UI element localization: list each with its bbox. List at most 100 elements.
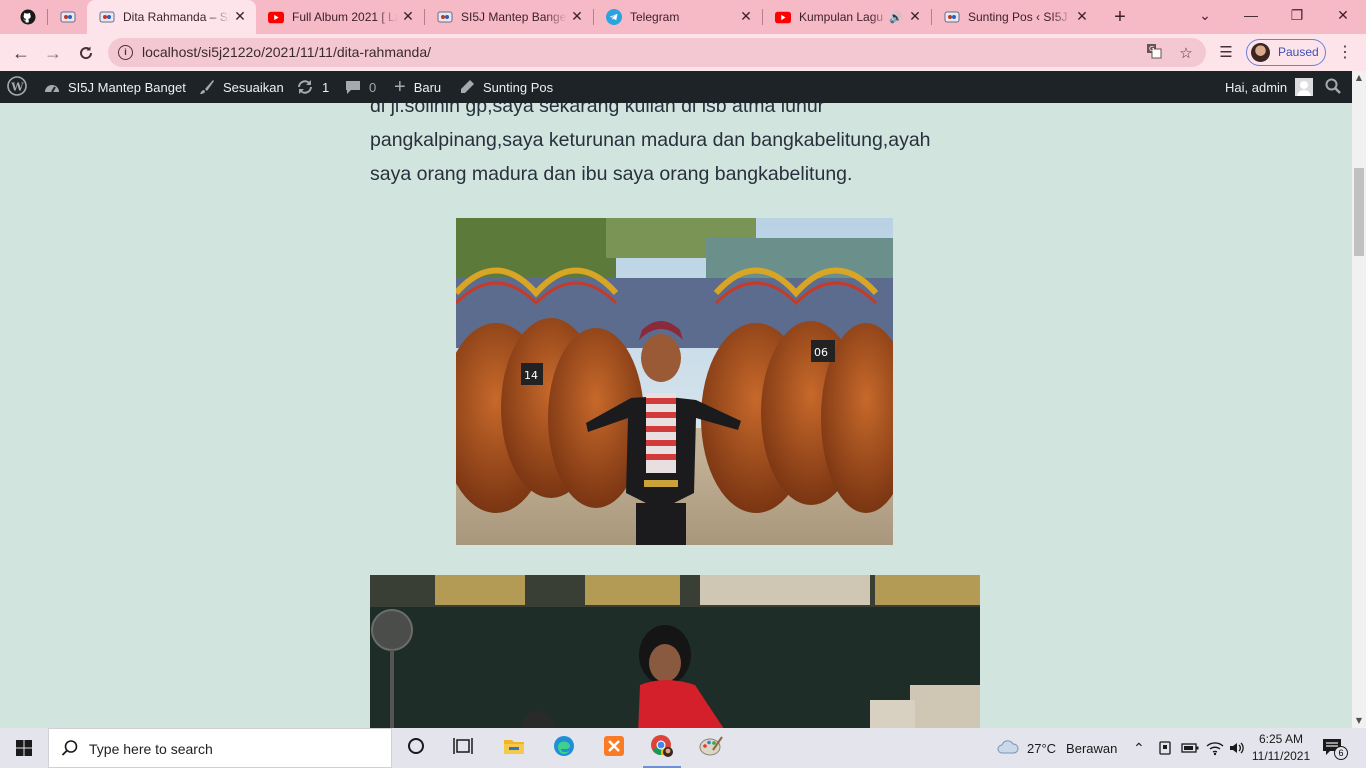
back-button[interactable]: ← <box>8 40 34 66</box>
reload-button[interactable] <box>73 40 99 66</box>
tab-search-chevron-icon[interactable]: ⌄ <box>1182 0 1228 34</box>
scroll-up-arrow-icon[interactable]: ▲ <box>1352 71 1366 85</box>
task-view-button[interactable] <box>440 728 486 768</box>
tab-si5j[interactable]: SI5J Mantep Banget ✕ <box>425 0 593 34</box>
tab-kumpulan-lagu[interactable]: Kumpulan Lagu 🔊 ✕ <box>763 0 931 34</box>
customize-link[interactable]: Sesuaikan <box>199 71 284 103</box>
tab-title: Full Album 2021 [ Lagu Pop <box>292 10 398 24</box>
weather-widget[interactable]: 27°C Berawan <box>997 728 1117 768</box>
browser-tab-strip: Dita Rahmanda – SI5J Mantep Banget ✕ Ful… <box>0 0 1366 34</box>
close-icon[interactable]: ✕ <box>736 9 756 25</box>
weather-temp: 27°C <box>1027 740 1057 756</box>
wifi-icon[interactable] <box>1206 728 1224 768</box>
tab-full-album[interactable]: Full Album 2021 [ Lagu Pop ✕ <box>256 0 424 34</box>
bookmark-star-icon[interactable]: ☆ <box>1176 43 1196 63</box>
close-icon[interactable]: ✕ <box>905 9 925 25</box>
translate-icon[interactable]: G <box>1144 43 1164 63</box>
pencil-icon <box>459 79 475 95</box>
chevron-up-icon: ⌃ <box>1133 739 1145 756</box>
chrome-icon <box>650 734 674 763</box>
avatar <box>1251 43 1270 62</box>
taskbar-search-box[interactable]: Type here to search <box>48 728 392 768</box>
restore-button[interactable]: ❐ <box>1274 0 1320 34</box>
tab-dita-rahmanda[interactable]: Dita Rahmanda – SI5J Mantep Banget ✕ <box>87 0 256 34</box>
folder-icon <box>503 737 525 760</box>
taskbar-edge[interactable] <box>541 728 587 768</box>
post-image-bull-race: 14 06 <box>456 218 893 545</box>
minimize-button[interactable]: — <box>1228 0 1274 34</box>
address-bar[interactable]: i localhost/si5j2122o/2021/11/11/dita-ra… <box>108 38 1206 67</box>
site-info-icon[interactable]: i <box>118 45 133 60</box>
close-icon[interactable]: ✕ <box>230 9 250 25</box>
tab-telegram[interactable]: Telegram ✕ <box>594 0 762 34</box>
tray-device-icon[interactable] <box>1157 728 1173 768</box>
taskbar-file-explorer[interactable] <box>491 728 537 768</box>
wordpress-icon: W <box>7 75 27 99</box>
site-favicon <box>437 9 453 25</box>
my-account-menu[interactable]: Hai, admin <box>1225 71 1314 103</box>
paragraph-line: pangkalpinang,saya keturunan madura dan … <box>370 129 931 151</box>
dashboard-icon <box>44 80 60 94</box>
browser-menu-icon[interactable]: ⋮ <box>1332 40 1358 66</box>
new-label: Baru <box>413 79 442 95</box>
close-window-button[interactable]: ✕ <box>1320 0 1366 34</box>
start-button[interactable] <box>0 728 48 768</box>
url-text[interactable]: localhost/si5j2122o/2021/11/11/dita-rahm… <box>142 44 431 60</box>
taskbar-xampp[interactable] <box>591 728 637 768</box>
show-hidden-icons-button[interactable]: ⌃ <box>1133 728 1145 768</box>
search-placeholder: Type here to search <box>89 741 213 757</box>
customize-label: Sesuaikan <box>223 79 284 95</box>
comments-count: 0 <box>369 79 377 95</box>
windows-taskbar: Type here to search 27°C Berawan ⌃ 6:25 … <box>0 728 1366 768</box>
profile-button[interactable]: Paused <box>1246 39 1326 66</box>
taskbar-paint[interactable] <box>688 728 734 768</box>
tab-title: SI5J Mantep Banget <box>461 10 567 24</box>
wp-logo-button[interactable]: W <box>7 71 27 103</box>
updates-icon <box>296 79 314 95</box>
cortana-button[interactable] <box>393 728 439 768</box>
search-icon <box>61 739 79 762</box>
svg-text:06: 06 <box>814 346 828 359</box>
tab-sunting-pos[interactable]: Sunting Pos ‹ SI5J Mantep Banget ✕ <box>932 0 1098 34</box>
forward-button[interactable]: → <box>40 40 66 66</box>
xampp-icon <box>603 735 625 762</box>
edit-post-label: Sunting Pos <box>483 79 554 95</box>
updates-count: 1 <box>322 79 330 95</box>
profile-status: Paused <box>1278 45 1319 59</box>
notification-count: 6 <box>1334 746 1348 760</box>
action-center-button[interactable]: 6 <box>1322 738 1348 760</box>
search-icon <box>1325 78 1341 97</box>
comments-link[interactable]: 0 <box>345 71 376 103</box>
cloud-icon <box>997 739 1019 758</box>
edit-post-link[interactable]: Sunting Pos <box>459 71 553 103</box>
scroll-thumb[interactable] <box>1354 168 1364 256</box>
greeting: Hai, admin <box>1225 79 1288 95</box>
wp-admin-bar: W SI5J Mantep Banget Sesuaikan 1 0 + Bar… <box>0 71 1352 103</box>
svg-text:G: G <box>1149 45 1154 53</box>
reading-list-icon[interactable]: ☰ <box>1213 40 1239 66</box>
new-tab-button[interactable]: + <box>1108 5 1132 29</box>
youtube-icon <box>268 9 284 25</box>
avatar <box>1295 78 1314 96</box>
taskbar-chrome[interactable] <box>639 728 685 768</box>
new-content-menu[interactable]: + Baru <box>394 71 441 103</box>
paint-palette-icon <box>699 735 723 762</box>
page-scrollbar[interactable]: ▲ ▼ <box>1352 71 1366 728</box>
taskbar-clock[interactable]: 6:25 AM 11/11/2021 <box>1244 731 1318 765</box>
tab-github[interactable] <box>8 0 48 34</box>
telegram-icon <box>606 9 622 25</box>
browser-toolbar: ← → i localhost/si5j2122o/2021/11/11/dit… <box>0 34 1366 71</box>
close-icon[interactable]: ✕ <box>1072 9 1092 25</box>
github-icon <box>20 9 36 25</box>
tab-title: Dita Rahmanda – SI5J Mantep Banget <box>123 10 230 24</box>
admin-search-button[interactable] <box>1325 71 1341 103</box>
site-name-menu[interactable]: SI5J Mantep Banget <box>44 71 186 103</box>
close-icon[interactable]: ✕ <box>567 9 587 25</box>
close-icon[interactable]: ✕ <box>398 9 418 25</box>
updates-link[interactable]: 1 <box>296 71 329 103</box>
scroll-down-arrow-icon[interactable]: ▼ <box>1352 714 1366 728</box>
tab-site[interactable] <box>48 0 88 34</box>
speaker-icon[interactable]: 🔊 <box>889 11 903 24</box>
battery-icon[interactable] <box>1181 728 1199 768</box>
plus-icon: + <box>394 75 406 98</box>
